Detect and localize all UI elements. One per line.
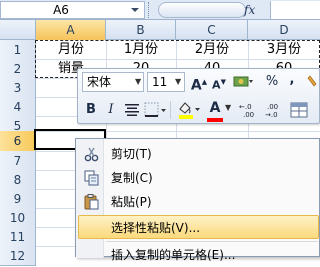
borders-button[interactable]	[144, 102, 168, 118]
row-header-1[interactable]: 1	[0, 40, 36, 60]
toolbar-separator	[170, 101, 171, 119]
percent-format-button[interactable]: %	[263, 72, 281, 92]
font-color-letter: A	[209, 100, 221, 116]
increase-decimal-button[interactable]: ←.0 .00	[238, 101, 260, 119]
row-header-9[interactable]: 9	[0, 189, 36, 209]
copy-icon	[84, 170, 99, 186]
svg-text:←.0: ←.0	[239, 103, 252, 111]
column-header-c[interactable]: C	[176, 20, 248, 40]
font-size-box[interactable]: 11 ▼	[147, 72, 185, 92]
row-header-12[interactable]: 12	[0, 246, 36, 266]
bold-button[interactable]: B	[82, 100, 100, 120]
menu-item-label: 插入复制的单元格(E)...	[111, 248, 236, 262]
row-header-10[interactable]: 10	[0, 208, 36, 228]
comma-format-button[interactable]: ,	[285, 70, 299, 90]
menu-item-label: 剪切(T)	[111, 147, 152, 161]
borders-icon	[144, 102, 166, 117]
shrink-font-icon: A	[212, 78, 221, 92]
menu-item-label: 复制(C)	[111, 171, 153, 185]
column-header-a[interactable]: A	[36, 20, 106, 40]
center-align-button[interactable]	[124, 103, 140, 117]
shrink-font-button[interactable]: A▼	[210, 72, 228, 92]
menu-item-copy[interactable]: 复制(C)	[78, 166, 319, 190]
currency-icon	[233, 76, 253, 87]
chevron-down-icon[interactable]: ▼	[175, 73, 181, 91]
center-align-icon	[125, 104, 139, 116]
chevron-down-icon[interactable]: ▼	[225, 103, 231, 112]
chevron-down-icon[interactable]: ▼	[135, 73, 141, 91]
formula-input[interactable]	[270, 1, 320, 19]
name-box[interactable]: A6	[0, 1, 145, 19]
row-header-11[interactable]: 11	[0, 227, 36, 247]
row-header-8[interactable]: 8	[0, 170, 36, 190]
menu-item-paste[interactable]: 粘贴(P)	[78, 190, 319, 214]
svg-text:.00: .00	[267, 103, 278, 111]
row-header-6[interactable]: 6	[0, 131, 36, 152]
font-size-value: 11	[152, 75, 168, 89]
menu-item-cut[interactable]: 剪切(T)	[78, 142, 319, 166]
formula-bar: A6 fx	[0, 0, 320, 20]
column-header-d[interactable]: D	[248, 20, 320, 40]
grow-font-icon: A	[190, 77, 202, 94]
svg-text:→.0: →.0	[265, 111, 278, 119]
fx-icon[interactable]: fx	[244, 1, 264, 19]
format-cells-icon	[290, 102, 308, 118]
formula-bar-buttons[interactable]	[158, 2, 246, 18]
font-name-value: 宋体	[87, 75, 112, 89]
paint-bucket-icon	[179, 102, 200, 119]
chevron-down-icon[interactable]	[129, 4, 141, 16]
decrease-decimal-button[interactable]: .00 →.0	[264, 101, 286, 119]
italic-button[interactable]: I	[102, 100, 120, 120]
row-header-2[interactable]: 2	[0, 59, 36, 79]
menu-item-paste-special[interactable]: 选择性粘贴(V)...	[78, 215, 319, 239]
column-header-row: A B C D	[0, 20, 320, 40]
format-cells-button[interactable]	[290, 102, 308, 118]
row-header-7[interactable]: 7	[0, 151, 36, 171]
increase-decimal-icon: ←.0 .00	[239, 103, 254, 119]
format-painter-icon	[307, 75, 317, 87]
clipboard-icon	[84, 194, 99, 210]
column-header-b[interactable]: B	[106, 20, 176, 40]
menu-separator	[106, 241, 318, 242]
grow-font-button[interactable]: A▲	[190, 72, 208, 94]
currency-format-button[interactable]	[233, 74, 255, 90]
format-painter-button[interactable]	[306, 75, 320, 89]
row-header-4[interactable]: 4	[0, 97, 36, 117]
context-menu: 剪切(T) 复制(C) 粘贴(P) 选择性粘贴(V)... 插入复制的单元格(E…	[75, 138, 320, 262]
select-all-corner[interactable]	[0, 20, 36, 40]
decrease-decimal-icon: .00 →.0	[265, 103, 278, 119]
font-color-swatch	[207, 118, 223, 122]
fill-color-button[interactable]	[176, 100, 202, 120]
menu-item-insert-copied-cells[interactable]: 插入复制的单元格(E)...	[78, 243, 319, 267]
svg-text:.00: .00	[243, 111, 254, 119]
font-color-button[interactable]: A	[208, 98, 222, 118]
menu-item-label: 粘贴(P)	[111, 195, 152, 209]
menu-item-label: 选择性粘贴(V)...	[111, 221, 201, 235]
mini-toolbar: 宋体 ▼ 11 ▼ A▲ A▼ % , B I A ▼ ←.0 .00 .00 …	[77, 68, 320, 124]
font-name-box[interactable]: 宋体 ▼	[82, 72, 144, 92]
formula-bar-separator	[148, 2, 150, 18]
row-header-3[interactable]: 3	[0, 78, 36, 98]
scissors-icon	[84, 147, 99, 162]
name-box-value: A6	[53, 3, 69, 17]
